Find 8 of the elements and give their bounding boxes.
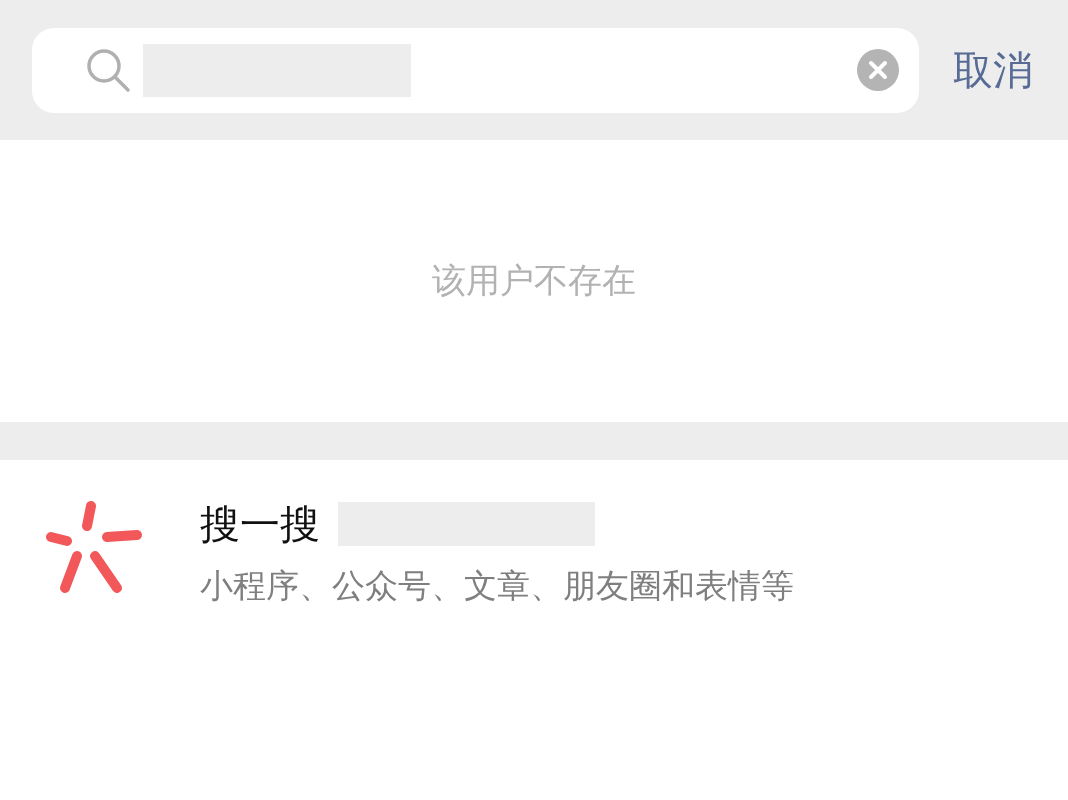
clear-icon[interactable] [857,49,899,91]
empty-message: 该用户不存在 [432,259,636,302]
cancel-link[interactable]: 取消 [953,42,1033,98]
search-icon [85,47,131,93]
search-entry-row[interactable]: 搜一搜 小程序、公众号、文章、朋友圈和表情等 [0,460,1068,609]
entry-title: 搜一搜 [200,499,320,549]
search-field[interactable] [32,27,919,113]
entry-subtitle: 小程序、公众号、文章、朋友圈和表情等 [200,565,794,607]
